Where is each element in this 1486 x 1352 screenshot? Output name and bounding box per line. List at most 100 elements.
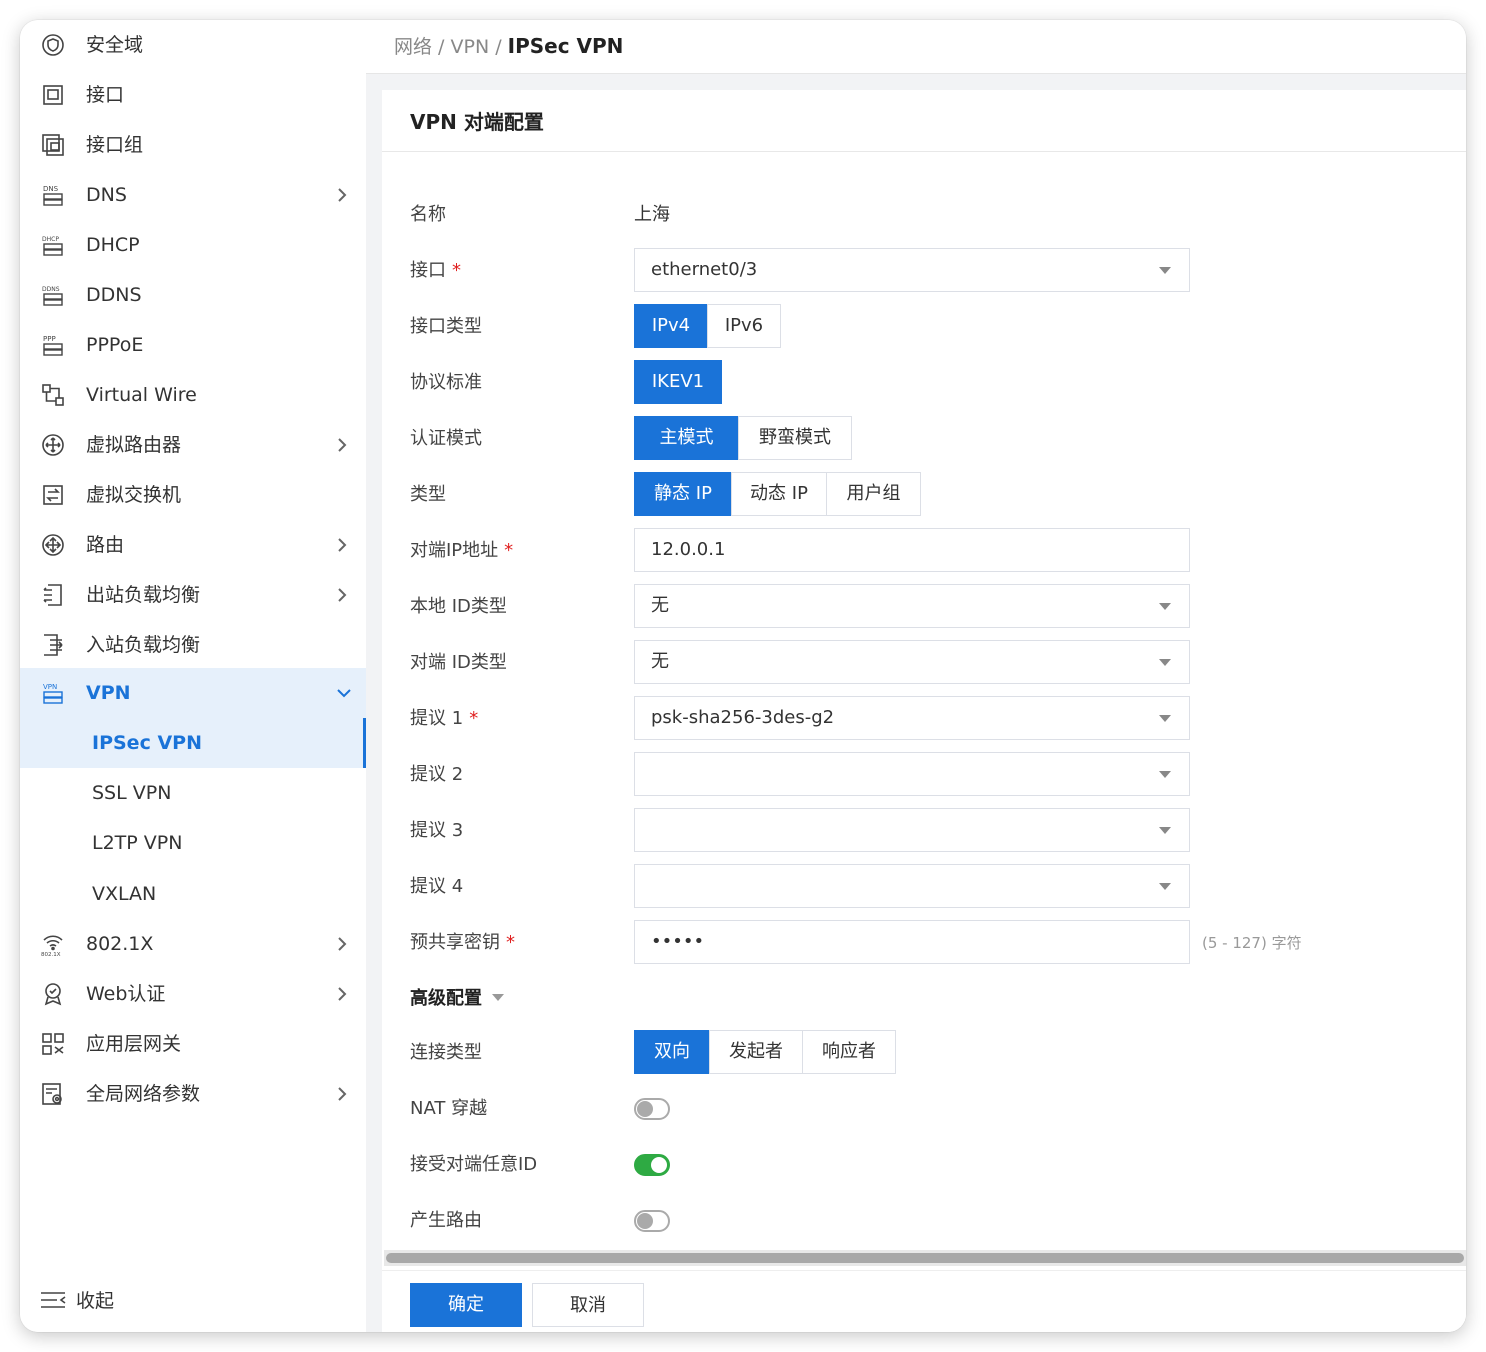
sidebar-subitem-label: SSL VPN (92, 782, 172, 804)
main-area: 网络 / VPN / IPSec VPN VPN 对端配置 名称 上海 接口 * … (366, 20, 1466, 1332)
chevron-right-icon[interactable] (336, 436, 352, 454)
type-dynamic-ip[interactable]: 动态 IP (731, 472, 827, 516)
protocol-ikev1[interactable]: IKEV1 (634, 360, 722, 404)
sidebar-item-interface[interactable]: 接口 (20, 70, 366, 120)
psk-password-input[interactable]: ••••• (634, 920, 1190, 964)
sidebar-item-outbound-lb[interactable]: 出站负载均衡 (20, 570, 366, 620)
chevron-right-icon[interactable] (336, 935, 352, 953)
proposal-4-select[interactable] (634, 864, 1190, 908)
interface-icon (40, 82, 66, 108)
connection-type-bidirectional[interactable]: 双向 (634, 1030, 710, 1074)
chevron-right-icon[interactable] (336, 186, 352, 204)
type-static-ip[interactable]: 静态 IP (634, 472, 732, 516)
advanced-config-toggle[interactable]: 高级配置 (410, 976, 504, 1022)
sidebar-collapse-button[interactable]: 收起 (20, 1276, 366, 1326)
breadcrumb-item-vpn[interactable]: VPN (451, 36, 490, 58)
row-name: 名称 上海 (382, 192, 1466, 238)
proposal-3-select[interactable] (634, 808, 1190, 852)
proposal-1-select[interactable]: psk-sha256-3des-g2 (634, 696, 1190, 740)
required-mark: * (452, 260, 461, 281)
sidebar-item-label: 安全域 (86, 34, 144, 56)
scrollbar-thumb[interactable] (386, 1253, 1464, 1263)
app-window: 安全域 接口 接口组 DNS DNS DHCP DHCP DDNS DDNS P… (20, 20, 1466, 1332)
sidebar-item-app-gateway[interactable]: 应用层网关 (20, 1019, 366, 1069)
confirm-button[interactable]: 确定 (410, 1283, 522, 1327)
sidebar-subitem-l2tp-vpn[interactable]: L2TP VPN (20, 818, 366, 868)
form-footer: 确定 取消 (382, 1270, 1466, 1332)
sidebar-item-web-auth[interactable]: Web认证 (20, 969, 366, 1019)
sidebar-item-8021x[interactable]: 802.1X 802.1X (20, 919, 366, 969)
chevron-right-icon[interactable] (336, 985, 352, 1003)
sidebar-item-pppoe[interactable]: PPP PPPoE (20, 320, 366, 370)
sidebar-item-vpn[interactable]: VPN VPN (20, 668, 366, 718)
interface-type-segmented: IPv4 IPv6 (634, 304, 781, 348)
sidebar-subitem-ipsec-vpn[interactable]: IPSec VPN (20, 718, 366, 768)
sidebar-item-global-params[interactable]: 全局网络参数 (20, 1069, 366, 1119)
generate-route-toggle[interactable] (634, 1210, 670, 1232)
sidebar-item-label: 全局网络参数 (86, 1083, 201, 1105)
sidebar-item-inbound-lb[interactable]: 入站负载均衡 (20, 620, 366, 670)
auth-mode-main[interactable]: 主模式 (634, 416, 739, 460)
svg-text:802.1X: 802.1X (41, 952, 61, 957)
auth-mode-label: 认证模式 (410, 428, 482, 449)
svg-text:DNS: DNS (43, 185, 59, 193)
connection-type-initiator[interactable]: 发起者 (709, 1030, 803, 1074)
dhcp-icon: DHCP (40, 232, 66, 258)
sidebar-item-dhcp[interactable]: DHCP DHCP (20, 220, 366, 270)
sidebar-item-ddns[interactable]: DDNS DDNS (20, 270, 366, 320)
type-segmented: 静态 IP 动态 IP 用户组 (634, 472, 921, 516)
sidebar-item-virtual-switch[interactable]: 虚拟交换机 (20, 470, 366, 520)
sidebar-subitem-vxlan[interactable]: VXLAN (20, 869, 366, 919)
sidebar-subitem-ssl-vpn[interactable]: SSL VPN (20, 768, 366, 818)
connection-type-responder[interactable]: 响应者 (802, 1030, 896, 1074)
nat-traversal-toggle[interactable] (634, 1098, 670, 1120)
cancel-button[interactable]: 取消 (532, 1283, 644, 1327)
row-local-id-type: 本地 ID类型 无 (382, 584, 1466, 630)
row-generate-route: 产生路由 (382, 1198, 1466, 1244)
sidebar-item-label: DNS (86, 184, 127, 206)
connection-type-label: 连接类型 (410, 1042, 482, 1063)
proposal-3-label: 提议 3 (410, 820, 464, 841)
breadcrumb-separator: / (432, 36, 451, 58)
type-user-group[interactable]: 用户组 (826, 472, 921, 516)
peer-ip-value: 12.0.0.1 (651, 539, 726, 560)
sidebar-subitem-label: IPSec VPN (92, 732, 202, 754)
sidebar-item-security-zone[interactable]: 安全域 (20, 20, 366, 70)
breadcrumb-item-network[interactable]: 网络 (394, 36, 432, 58)
caret-down-icon (1159, 883, 1171, 890)
nat-traversal-label: NAT 穿越 (410, 1098, 488, 1119)
web-auth-icon (40, 981, 66, 1007)
toggle-knob (637, 1101, 653, 1117)
breadcrumb-separator: / (489, 36, 508, 58)
caret-down-icon (1159, 827, 1171, 834)
sidebar-item-virtual-router[interactable]: 虚拟路由器 (20, 420, 366, 470)
psk-length-hint: (5 - 127) 字符 (1202, 934, 1302, 952)
proposal-2-select[interactable] (634, 752, 1190, 796)
interface-select[interactable]: ethernet0/3 (634, 248, 1190, 292)
peer-ip-input[interactable]: 12.0.0.1 (634, 528, 1190, 572)
accept-any-id-label: 接受对端任意ID (410, 1154, 538, 1175)
sidebar-item-dns[interactable]: DNS DNS (20, 170, 366, 220)
row-psk: 预共享密钥 * ••••• (5 - 127) 字符 (382, 920, 1466, 966)
chevron-right-icon[interactable] (336, 536, 352, 554)
accept-any-id-toggle[interactable] (634, 1154, 670, 1176)
sidebar-item-virtual-wire[interactable]: Virtual Wire (20, 370, 366, 420)
horizontal-scrollbar[interactable] (384, 1250, 1466, 1266)
proposal-1-value: psk-sha256-3des-g2 (651, 707, 835, 728)
chevron-down-icon[interactable] (336, 684, 352, 702)
sidebar-item-interface-group[interactable]: 接口组 (20, 120, 366, 170)
chevron-right-icon[interactable] (336, 1085, 352, 1103)
peer-id-type-value: 无 (651, 651, 669, 672)
page-header: 网络 / VPN / IPSec VPN (366, 20, 1466, 74)
peer-id-type-select[interactable]: 无 (634, 640, 1190, 684)
interface-type-ipv6[interactable]: IPv6 (707, 304, 781, 348)
local-id-type-select[interactable]: 无 (634, 584, 1190, 628)
collapse-menu-icon (40, 1290, 66, 1312)
interface-type-ipv4[interactable]: IPv4 (634, 304, 708, 348)
sidebar-item-route[interactable]: 路由 (20, 520, 366, 570)
auth-mode-aggressive[interactable]: 野蛮模式 (738, 416, 852, 460)
chevron-right-icon[interactable] (336, 586, 352, 604)
local-id-type-label: 本地 ID类型 (410, 596, 507, 617)
row-proposal-1: 提议 1 * psk-sha256-3des-g2 (382, 696, 1466, 742)
row-proposal-2: 提议 2 (382, 752, 1466, 798)
